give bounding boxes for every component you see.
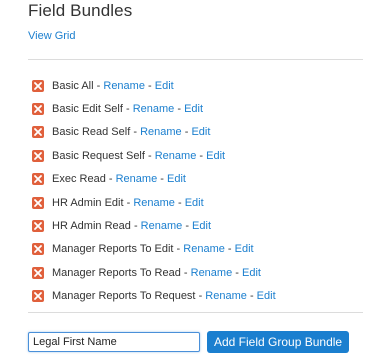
list-item: Manager Reports To Read - Rename - Edit xyxy=(32,261,276,284)
separator: - xyxy=(133,126,137,139)
separator: - xyxy=(160,173,164,186)
remove-bundle-icon[interactable] xyxy=(32,290,44,303)
separator: - xyxy=(183,266,188,279)
separator: - xyxy=(227,243,232,256)
separator: - xyxy=(235,266,239,279)
separator: - xyxy=(96,79,101,92)
bundle-name: Basic Edit Self xyxy=(52,103,123,116)
separator: - xyxy=(185,220,189,233)
remove-bundle-icon[interactable] xyxy=(32,149,44,162)
remove-bundle-icon[interactable] xyxy=(32,220,44,233)
separator: - xyxy=(177,196,182,209)
list-item: Manager Reports To Request - Rename - Ed… xyxy=(32,285,276,308)
edit-link[interactable]: Edit xyxy=(155,80,174,92)
separator: - xyxy=(108,173,113,186)
divider-top xyxy=(28,59,363,60)
edit-link[interactable]: Edit xyxy=(192,220,211,232)
field-bundles-panel: Field Bundles View Grid Basic All - Rena… xyxy=(0,0,387,360)
edit-link[interactable]: Edit xyxy=(167,173,186,185)
list-item: Manager Reports To Edit - Rename - Edit xyxy=(32,238,276,261)
rename-link[interactable]: Rename xyxy=(133,103,175,115)
add-bundle-form: Add Field Group Bundle xyxy=(28,331,350,353)
list-item: Exec Read - Rename - Edit xyxy=(32,168,276,191)
add-field-group-bundle-button[interactable]: Add Field Group Bundle xyxy=(207,331,350,353)
separator: - xyxy=(148,79,152,92)
remove-bundle-icon[interactable] xyxy=(32,126,44,139)
bundle-name: Basic Request Self xyxy=(52,149,145,162)
edit-link[interactable]: Edit xyxy=(191,126,210,138)
remove-bundle-icon[interactable] xyxy=(32,243,44,256)
rename-link[interactable]: Rename xyxy=(141,220,183,232)
separator: - xyxy=(133,220,138,233)
bundle-list: Basic All - Rename - Edit Basic Edit Sel… xyxy=(32,74,276,308)
separator: - xyxy=(249,290,254,303)
remove-bundle-icon[interactable] xyxy=(32,196,44,209)
remove-bundle-icon[interactable] xyxy=(32,103,44,116)
separator: - xyxy=(125,103,130,116)
remove-bundle-icon[interactable] xyxy=(32,266,44,279)
bundle-name: HR Admin Edit xyxy=(52,196,124,209)
list-item: Basic Read Self - Rename - Edit xyxy=(32,121,276,144)
rename-link[interactable]: Rename xyxy=(140,126,182,138)
separator: - xyxy=(148,149,152,162)
rename-link[interactable]: Rename xyxy=(116,173,158,185)
separator: - xyxy=(198,290,203,303)
separator: - xyxy=(176,243,181,256)
separator: - xyxy=(126,196,131,209)
bundle-name: Basic Read Self xyxy=(52,126,131,139)
remove-bundle-icon[interactable] xyxy=(32,173,44,186)
edit-link[interactable]: Edit xyxy=(184,103,203,115)
rename-link[interactable]: Rename xyxy=(155,150,197,162)
page-title: Field Bundles xyxy=(28,1,133,20)
remove-bundle-icon[interactable] xyxy=(32,79,44,92)
bundle-name: Manager Reports To Request xyxy=(52,290,196,303)
bundle-name: Manager Reports To Edit xyxy=(52,243,174,256)
edit-link[interactable]: Edit xyxy=(242,267,261,279)
edit-link[interactable]: Edit xyxy=(185,197,204,209)
rename-link[interactable]: Rename xyxy=(103,80,145,92)
list-item: Basic Edit Self - Rename - Edit xyxy=(32,97,276,120)
bundle-name-input[interactable] xyxy=(28,332,200,352)
list-item: Basic All - Rename - Edit xyxy=(32,74,276,97)
rename-link[interactable]: Rename xyxy=(133,197,175,209)
divider-bottom xyxy=(28,312,363,313)
edit-link[interactable]: Edit xyxy=(206,150,225,162)
list-item: HR Admin Edit - Rename - Edit xyxy=(32,191,276,214)
rename-link[interactable]: Rename xyxy=(183,243,225,255)
bundle-name: Basic All xyxy=(52,79,94,92)
rename-link[interactable]: Rename xyxy=(191,267,233,279)
bundle-name: Exec Read xyxy=(52,173,106,186)
list-item: HR Admin Read - Rename - Edit xyxy=(32,214,276,237)
list-item: Basic Request Self - Rename - Edit xyxy=(32,144,276,167)
bundle-name: Manager Reports To Read xyxy=(52,266,181,279)
view-grid-link[interactable]: View Grid xyxy=(28,30,75,42)
edit-link[interactable]: Edit xyxy=(235,243,254,255)
rename-link[interactable]: Rename xyxy=(205,290,247,302)
separator: - xyxy=(177,103,182,116)
edit-link[interactable]: Edit xyxy=(257,290,276,302)
separator: - xyxy=(199,149,204,162)
bundle-name: HR Admin Read xyxy=(52,220,131,233)
separator: - xyxy=(184,126,189,139)
